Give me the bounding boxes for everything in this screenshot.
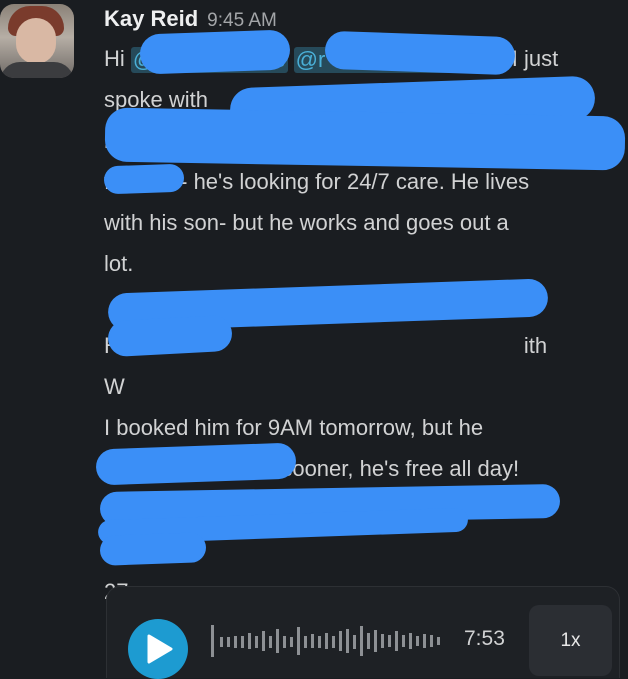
redaction-mark: [324, 30, 516, 76]
message-timestamp[interactable]: 9:45 AM: [207, 10, 277, 31]
redaction-mark: [107, 314, 233, 358]
text-fragment: I booked him for 9AM tomorrow, but he: [104, 415, 484, 440]
text-fragment: ith: [523, 333, 548, 358]
audio-player: 7:53 1x: [106, 586, 620, 679]
message-header: Kay Reid 9:45 AM: [104, 6, 277, 32]
message-line-9: W: [104, 366, 614, 407]
redaction-mark: [103, 163, 185, 195]
message-line-6: lot.: [104, 243, 614, 284]
text-fragment: with his son- but he works and goes out …: [104, 210, 509, 235]
playback-speed-button[interactable]: 1x: [529, 605, 612, 676]
avatar-face: [16, 18, 56, 64]
play-button[interactable]: [128, 619, 188, 679]
audio-duration: 7:53: [464, 627, 505, 650]
avatar[interactable]: [0, 4, 74, 78]
waveform-icon[interactable]: [211, 623, 447, 659]
text-fragment: W: [104, 374, 125, 399]
text-fragment: - he's looking for 24/7 care. He lives: [180, 169, 530, 194]
redaction-mark: [104, 107, 626, 171]
message-line-5: with his son- but he works and goes out …: [104, 202, 614, 243]
avatar-shirt: [0, 62, 74, 78]
text-fragment: Hi: [104, 46, 125, 71]
redaction-mark: [95, 442, 297, 486]
message-line-10: I booked him for 9AM tomorrow, but he: [104, 407, 614, 448]
author-name[interactable]: Kay Reid: [104, 6, 198, 31]
redaction-mark: [139, 29, 291, 75]
redaction-mark: [99, 532, 207, 566]
mention-text: @r: [295, 47, 326, 73]
text-fragment: lot.: [104, 251, 134, 276]
